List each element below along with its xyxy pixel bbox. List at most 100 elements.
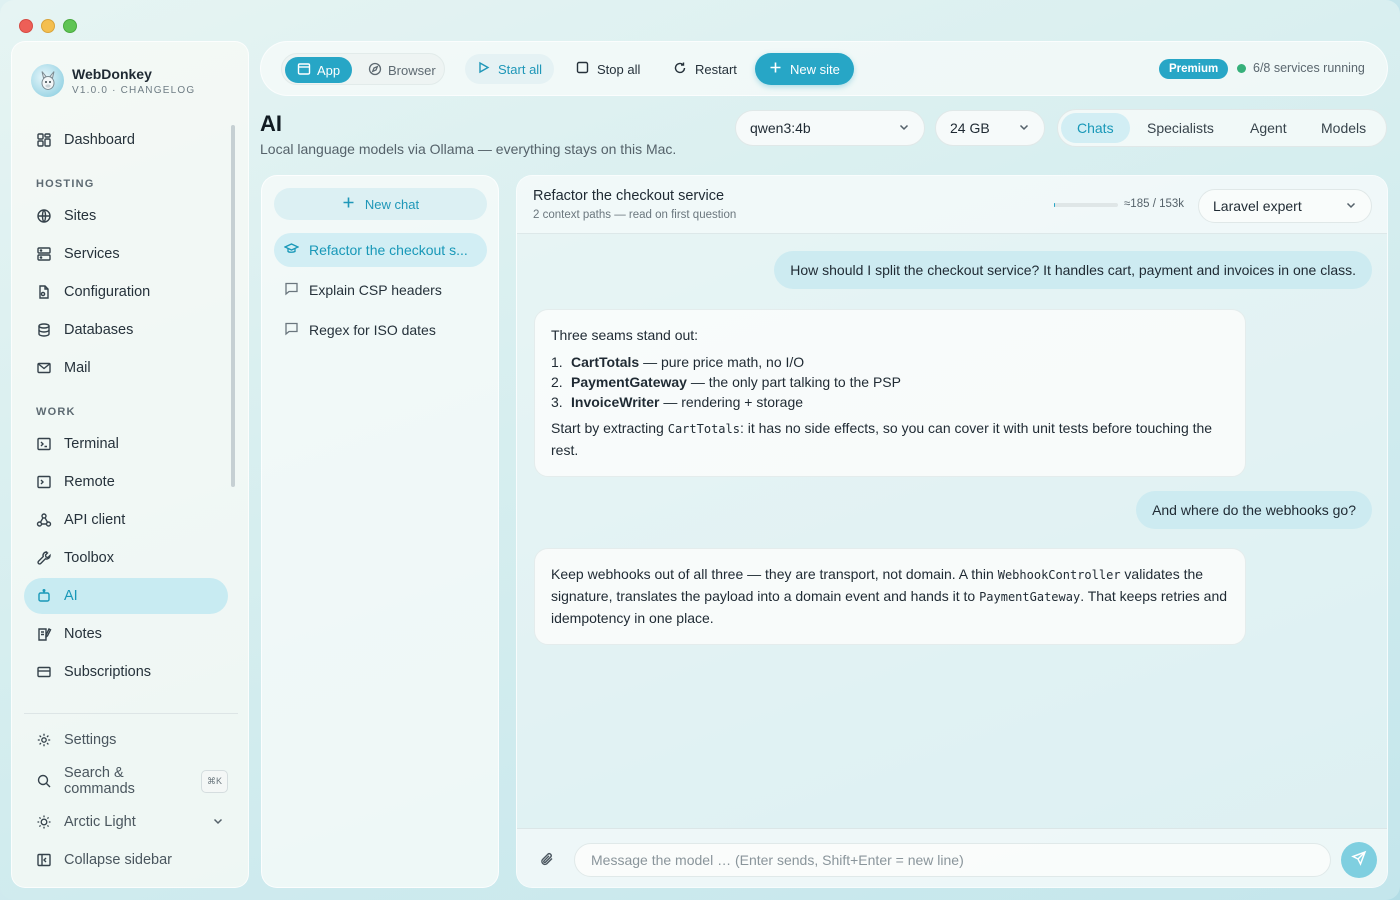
gear-icon <box>36 732 52 748</box>
sidebar-item-remote[interactable]: Remote <box>24 464 228 500</box>
minimize-window-button[interactable] <box>41 19 55 33</box>
ram-select-value: 24 GB <box>950 120 990 136</box>
list-item: 3. InvoiceWriter — rendering + storage <box>551 392 1229 412</box>
new-chat-button[interactable]: New chat <box>274 188 487 220</box>
list-item-name: PaymentGateway <box>571 374 687 390</box>
restart-button[interactable]: Restart <box>661 54 749 84</box>
tab-models[interactable]: Models <box>1305 113 1382 143</box>
conversation-header: Refactor the checkout service 2 context … <box>517 176 1387 234</box>
chevron-down-icon <box>1018 121 1030 136</box>
premium-badge[interactable]: Premium <box>1159 59 1229 79</box>
theme-label: Arctic Light <box>64 814 136 830</box>
close-window-button[interactable] <box>19 19 33 33</box>
assistant-message: Keep webhooks out of all three — they ar… <box>534 548 1246 645</box>
conversation-title: Refactor the checkout service <box>533 188 725 204</box>
list-number: 1. <box>551 354 563 370</box>
collapse-label: Collapse sidebar <box>64 852 173 868</box>
sidebar-item-dashboard[interactable]: Dashboard <box>24 122 228 158</box>
refresh-icon <box>673 61 687 78</box>
sidebar-item-toolbox[interactable]: Toolbox <box>24 540 228 576</box>
model-select-value: qwen3:4b <box>750 120 811 136</box>
send-button[interactable] <box>1341 842 1377 878</box>
list-item-name: CartTotals <box>571 354 640 370</box>
sidebar-item-search[interactable]: Search & commands ⌘K <box>24 763 228 799</box>
new-site-button[interactable]: New site <box>755 53 854 85</box>
message-list: 1. CartTotals — pure price math, no I/O 2… <box>551 352 1229 412</box>
message-composer <box>517 828 1387 887</box>
chat-title: Explain CSP headers <box>309 282 442 298</box>
sidebar-item-label: Toolbox <box>64 550 114 566</box>
ram-select[interactable]: 24 GB <box>935 110 1045 146</box>
sidebar-item-label: Search & commands <box>64 765 135 797</box>
conversation-panel: Refactor the checkout service 2 context … <box>516 175 1388 888</box>
chat-list-item[interactable]: Refactor the checkout s... <box>274 233 487 267</box>
sidebar-item-label: Terminal <box>64 436 119 452</box>
brand[interactable]: WebDonkey V1.0.0 · CHANGELOG <box>31 64 195 97</box>
chat-list-panel: New chat Refactor the checkout s... Expl… <box>261 175 499 888</box>
remote-terminal-icon <box>36 474 52 490</box>
app-mode-button[interactable]: App <box>285 57 353 83</box>
tab-chats[interactable]: Chats <box>1061 113 1130 143</box>
stop-all-button[interactable]: Stop all <box>564 54 652 84</box>
theme-selector[interactable]: Arctic Light <box>24 804 228 840</box>
page-title: AI <box>260 111 282 136</box>
message-input[interactable] <box>574 843 1331 877</box>
sidebar-item-label: Dashboard <box>64 132 135 148</box>
chevron-down-icon <box>1345 199 1357 214</box>
app-window: WebDonkey V1.0.0 · CHANGELOG Dashboard H… <box>0 0 1400 900</box>
globe-icon <box>36 208 52 224</box>
paperclip-icon[interactable] <box>539 851 555 872</box>
search-icon <box>36 773 52 789</box>
start-all-button[interactable]: Start all <box>465 54 555 84</box>
user-message: How should I split the checkout service?… <box>774 251 1372 289</box>
sidebar-item-notes[interactable]: Notes <box>24 616 228 652</box>
context-usage-fill <box>1054 203 1056 207</box>
new-site-label: New site <box>790 61 840 77</box>
sidebar-item-ai[interactable]: AI <box>24 578 228 614</box>
start-all-label: Start all <box>498 61 543 77</box>
tab-specialists[interactable]: Specialists <box>1131 113 1230 143</box>
sidebar-item-label: Services <box>64 246 120 262</box>
sidebar-item-label: Settings <box>64 732 117 748</box>
wrench-icon <box>36 550 52 566</box>
sidebar-scrollbar[interactable] <box>231 125 235 487</box>
sidebar-item-services[interactable]: Services <box>24 236 228 272</box>
keyboard-shortcut-badge: ⌘K <box>200 769 228 793</box>
specialist-select[interactable]: Laravel expert <box>1198 189 1372 223</box>
inline-code: CartTotals <box>667 422 740 436</box>
section-label-hosting: HOSTING <box>36 178 95 190</box>
sidebar-item-databases[interactable]: Databases <box>24 312 228 348</box>
list-item: 1. CartTotals — pure price math, no I/O <box>551 352 1229 372</box>
send-icon <box>1351 850 1367 871</box>
tab-agent[interactable]: Agent <box>1234 113 1303 143</box>
sidebar-item-terminal[interactable]: Terminal <box>24 426 228 462</box>
sidebar-item-configuration[interactable]: Configuration <box>24 274 228 310</box>
model-select[interactable]: qwen3:4b <box>735 110 925 146</box>
chat-list-item[interactable]: Explain CSP headers <box>274 273 487 307</box>
view-mode-toggle: App Browser <box>281 53 445 85</box>
chat-bubble-icon <box>284 321 299 339</box>
app-version-changelog[interactable]: V1.0.0 · CHANGELOG <box>72 85 195 96</box>
specialist-select-value: Laravel expert <box>1213 198 1302 214</box>
sidebar-item-api-client[interactable]: API client <box>24 502 228 538</box>
sidebar-item-mail[interactable]: Mail <box>24 350 228 386</box>
play-icon <box>477 61 490 77</box>
zoom-window-button[interactable] <box>63 19 77 33</box>
list-item-desc: — rendering + storage <box>659 394 804 410</box>
browser-mode-button[interactable]: Browser <box>356 57 448 83</box>
sidebar-item-subscriptions[interactable]: Subscriptions <box>24 654 228 690</box>
list-item-desc: — the only part talking to the PSP <box>686 374 901 390</box>
status-indicator-icon <box>1237 64 1246 73</box>
sun-icon <box>36 814 52 830</box>
conversation-context-info: 2 context paths — read on first question <box>533 209 737 221</box>
page-subtitle: Local language models via Ollama — every… <box>260 141 677 157</box>
list-number: 3. <box>551 394 563 410</box>
sidebar-item-settings[interactable]: Settings <box>24 722 228 758</box>
terminal-icon <box>36 436 52 452</box>
chat-list-item[interactable]: Regex for ISO dates <box>274 313 487 347</box>
list-item-name: InvoiceWriter <box>571 394 660 410</box>
collapse-sidebar-button[interactable]: Collapse sidebar <box>24 842 228 878</box>
sidebar-item-sites[interactable]: Sites <box>24 198 228 234</box>
sidebar-item-label: AI <box>64 588 78 604</box>
robot-icon <box>36 588 52 604</box>
